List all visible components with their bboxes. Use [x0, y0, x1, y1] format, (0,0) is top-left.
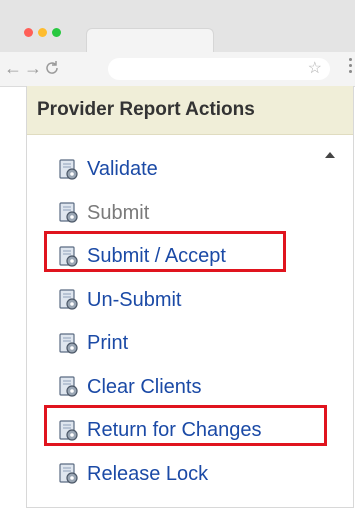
scroll-up-icon[interactable] — [325, 152, 335, 158]
gear-document-icon — [59, 159, 78, 180]
gear-document-icon — [59, 376, 78, 397]
gear-document-icon — [59, 463, 78, 484]
back-arrow-icon[interactable]: ← — [4, 56, 22, 80]
highlight-submit-accept — [44, 231, 286, 272]
forward-arrow-icon[interactable]: → — [24, 56, 42, 80]
address-bar[interactable]: ☆ — [108, 58, 330, 80]
gear-document-icon — [59, 202, 78, 223]
action-label: Un-Submit — [87, 288, 182, 311]
browser-tab[interactable] — [86, 28, 214, 53]
highlight-return-for-changes — [44, 405, 327, 446]
star-icon[interactable]: ☆ — [308, 59, 322, 79]
gear-document-icon — [59, 333, 78, 354]
action-release-lock[interactable]: Release Lock — [57, 453, 262, 497]
tab-strip — [0, 0, 355, 53]
gear-document-icon — [59, 289, 78, 310]
action-label: Print — [87, 332, 129, 355]
browser-toolbar: ← → ☆ — [0, 52, 355, 87]
action-label: Submit — [87, 201, 150, 224]
browser-window: ← → ☆ Provider Report Actions Validate S… — [0, 0, 355, 521]
action-submit: Submit — [57, 192, 262, 236]
action-label: Validate — [87, 158, 158, 181]
action-un-submit[interactable]: Un-Submit — [57, 279, 262, 323]
action-label: Clear Clients — [87, 375, 202, 398]
minimize-window-button[interactable] — [38, 28, 47, 37]
action-clear-clients[interactable]: Clear Clients — [57, 366, 262, 410]
maximize-window-button[interactable] — [52, 28, 61, 37]
panel-title: Provider Report Actions — [27, 86, 353, 135]
action-label: Release Lock — [87, 462, 209, 485]
close-window-button[interactable] — [24, 28, 33, 37]
window-controls — [24, 28, 61, 37]
reload-icon[interactable] — [44, 56, 60, 80]
action-validate[interactable]: Validate — [57, 148, 262, 192]
action-print[interactable]: Print — [57, 322, 262, 366]
vertical-dots-icon[interactable] — [349, 58, 353, 76]
